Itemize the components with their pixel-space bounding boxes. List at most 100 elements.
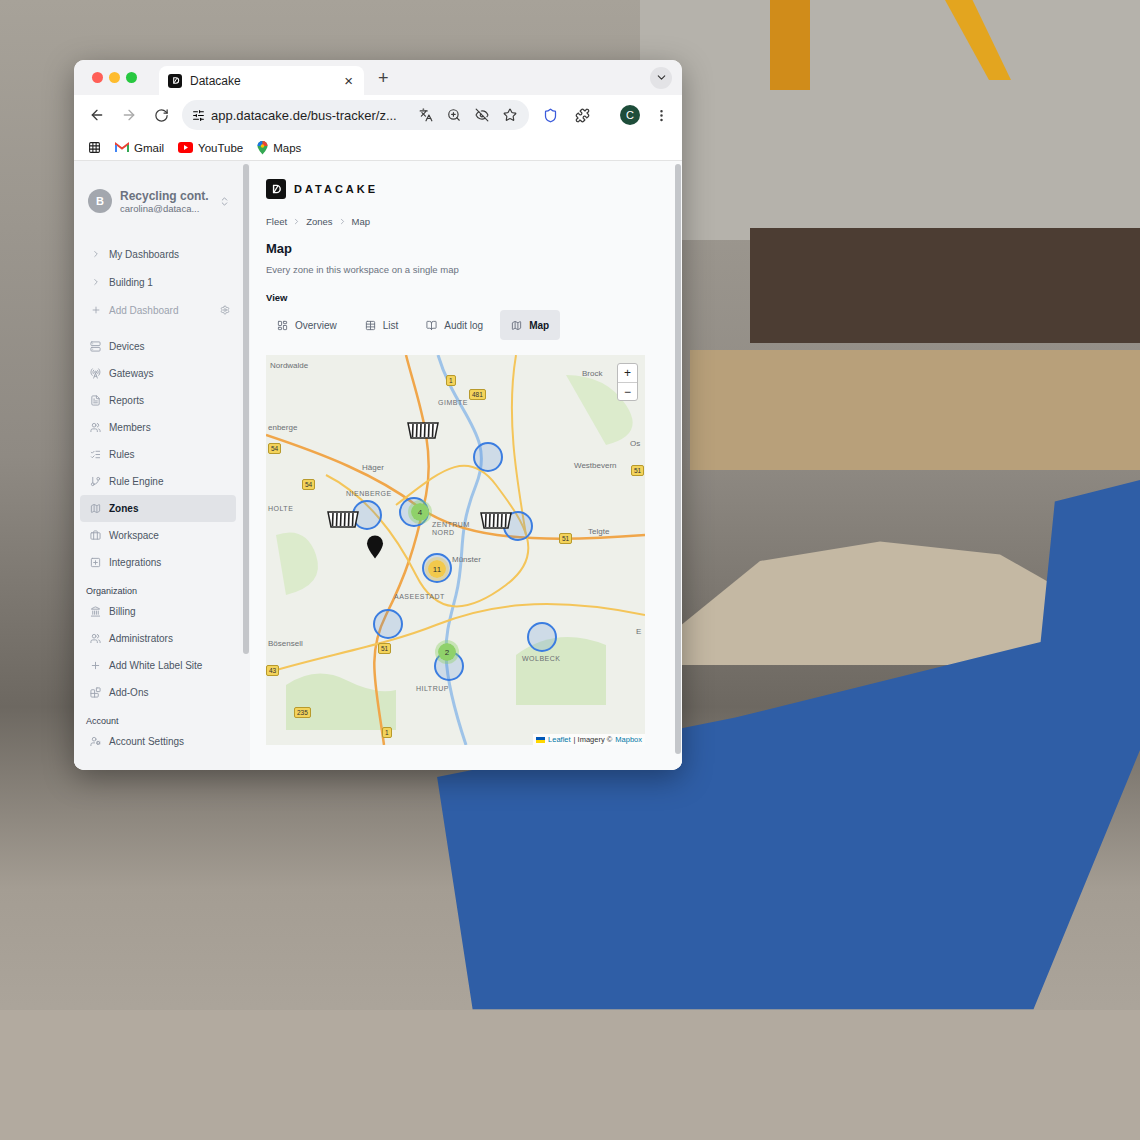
main-scrollbar[interactable] [674,161,682,770]
view-tab[interactable]: Overview [266,310,348,340]
reload-button[interactable] [150,104,172,126]
container-marker[interactable] [407,421,439,439]
tab-search-button[interactable] [650,67,672,89]
map-label: Bösensell [268,639,303,648]
sidebar-item[interactable]: Add White Label Site [80,652,236,679]
favicon-icon [168,74,182,88]
zoom-light[interactable] [126,72,137,83]
zone-marker[interactable] [473,442,503,472]
address-bar[interactable]: app.datacake.de/bus-tracker/z... [182,100,529,130]
scaffold-beam [770,0,810,90]
back-button[interactable] [86,104,108,126]
cluster-badge[interactable]: 11 [425,557,449,581]
container-icon[interactable] [480,511,512,529]
sidebar-item[interactable]: Reports [80,387,236,414]
datacake-logo-icon [270,183,282,195]
extensions-button[interactable] [571,104,593,126]
view-tab[interactable]: Map [500,310,560,340]
map-label: HOLTE [268,505,293,513]
cluster-marker[interactable]: 2 [435,640,459,664]
container-marker[interactable] [480,511,512,529]
zone-circle[interactable] [527,622,557,652]
sidebar-item[interactable]: Gateways [80,360,236,387]
breadcrumb-item[interactable]: Map [352,216,370,227]
bookmark[interactable]: Gmail [115,142,164,154]
chevron-right-icon [90,249,101,260]
map-label: Westbevern [574,461,617,470]
tracking-button[interactable] [471,104,493,126]
ground [0,1010,1140,1140]
sidebar-scrollbar[interactable] [242,161,250,770]
dashboard-item[interactable]: My Dashboards [80,240,236,268]
translate-button[interactable] [415,104,437,126]
minimize-light[interactable] [109,72,120,83]
section-title: Organization [80,580,236,598]
dashboard-item[interactable]: Building 1 [80,268,236,296]
sidebar-item[interactable]: Devices [80,333,236,360]
bookmarks-bar: Gmail YouTube Maps [74,135,682,161]
container-marker[interactable] [327,510,359,528]
breadcrumb-item[interactable]: Fleet [266,216,287,227]
site-settings-icon[interactable] [192,109,205,122]
zoom-out-button[interactable]: − [618,382,637,400]
chevron-down-icon [655,71,668,84]
ukraine-flag-icon [536,737,545,743]
url-text[interactable]: app.datacake.de/bus-tracker/z... [211,108,409,123]
leaflet-link[interactable]: Leaflet [548,735,571,744]
menu-button[interactable] [650,104,672,126]
sidebar-item[interactable]: Rules [80,441,236,468]
sidebar-item[interactable]: Billing [80,598,236,625]
cluster-badge[interactable]: 2 [435,640,459,664]
sidebar-item[interactable]: Administrators [80,625,236,652]
nav-icon [90,736,101,747]
sidebar-item[interactable]: Zones [80,495,236,522]
pin-marker[interactable] [366,535,384,560]
sidebar-item[interactable]: Members [80,414,236,441]
dashboard-list: My DashboardsBuilding 1Add Dashboard [80,240,236,324]
map-label: AASEESTADT [394,593,442,601]
map[interactable]: NordwaldeBrockGIMBTEenbergeHägerWestbeve… [266,355,645,745]
zone-circle[interactable] [473,442,503,472]
close-light[interactable] [92,72,103,83]
cluster-marker[interactable]: 11 [425,557,449,581]
container-icon[interactable] [407,421,439,439]
nav-icon [90,476,101,487]
sidebar-item[interactable]: Workspace [80,522,236,549]
mapbox-link[interactable]: Mapbox [615,735,642,744]
gear-icon[interactable] [220,305,230,315]
browser-tab[interactable]: Datacake× [159,66,364,95]
container-icon[interactable] [327,510,359,528]
chevrons-icon [219,196,230,207]
view-tab[interactable]: Audit log [415,310,494,340]
extension-button[interactable] [539,104,561,126]
zone-circle[interactable] [373,609,403,639]
zoom-icon [447,108,461,122]
sidebar-item[interactable]: Account Settings [80,728,236,755]
gmail-icon [115,142,129,153]
profile-avatar[interactable]: C [620,105,640,125]
sidebar-item[interactable]: Add-Ons [80,679,236,706]
sidebar-item[interactable]: Rule Engine [80,468,236,495]
workspace-switcher[interactable]: BRecycling cont.carolina@dataca... [80,183,236,219]
cluster-badge[interactable]: 4 [408,500,432,524]
bookmark-button[interactable] [499,104,521,126]
breadcrumb-item[interactable]: Zones [306,216,332,227]
cluster-marker[interactable]: 4 [408,500,432,524]
nav-icon [90,530,101,541]
apps-grid-icon[interactable] [88,141,101,154]
zoom-button[interactable] [443,104,465,126]
translate-icon [419,108,433,122]
puzzle-icon [575,108,590,123]
tab-close[interactable]: × [341,73,356,88]
bookmark[interactable]: YouTube [178,142,243,154]
pin-icon[interactable] [366,535,384,560]
sidebar-item[interactable]: Integrations [80,549,236,576]
forward-button[interactable] [118,104,140,126]
new-tab-button[interactable]: + [372,69,395,87]
zone-marker[interactable] [527,622,557,652]
view-tab[interactable]: List [354,310,410,340]
zone-marker[interactable] [373,609,403,639]
bookmark[interactable]: Maps [257,141,301,155]
zoom-in-button[interactable]: + [618,364,637,382]
dashboard-item[interactable]: Add Dashboard [80,296,236,324]
